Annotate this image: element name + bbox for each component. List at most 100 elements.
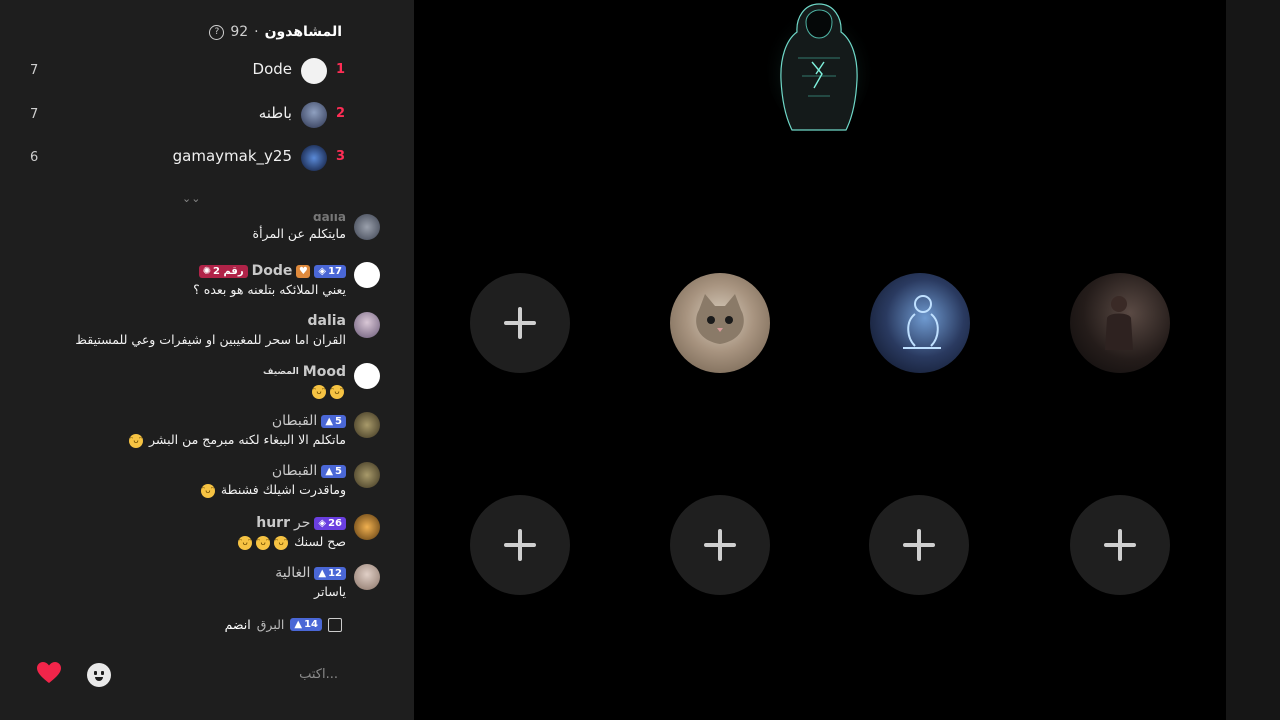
crying-emoji-icon: ᵔᴗᵔ <box>238 535 253 550</box>
level-badge: ◈ 17 <box>314 264 346 278</box>
message-text: مايتكلم عن المرأة <box>252 226 346 241</box>
diamond-icon: ◈ <box>318 265 327 277</box>
blue-figure-icon <box>903 295 941 349</box>
message-text: صح لسنك ᵔᴗᵔᵔᴗᵔᵔᴗᵔ <box>238 534 346 550</box>
join-text: انضم <box>224 617 251 632</box>
host-tag: المضيف <box>263 367 299 377</box>
join-notice: ▲ 14 البرق انضم <box>225 617 342 632</box>
triangle-icon: ▲ <box>294 619 303 630</box>
plus-icon <box>504 529 536 561</box>
kitten-icon <box>696 294 744 344</box>
triangle-icon: ▲ <box>318 567 327 579</box>
viewers-count: 92 <box>230 24 249 40</box>
viewers-header[interactable]: المشاهدون · 92 ? <box>209 24 342 40</box>
chat-message: ◈ 17 ♥ Dode ✺ رقم 2 يعني الملائكه بتلعنه ه… <box>40 262 380 297</box>
chat-message: ◈ 26 حر hurr صح لسنك ᵔᴗᵔᵔᴗᵔᵔᴗᵔ <box>40 514 380 550</box>
avatar[interactable] <box>354 564 380 590</box>
enter-icon <box>328 617 342 632</box>
grin-emoji-icon: ᵔᴗᵔ <box>200 483 215 498</box>
plus-icon <box>504 307 536 339</box>
empty-seat[interactable] <box>470 273 570 373</box>
message-text: ᵔᴗᵔᵔᴗᵔ <box>40 383 346 399</box>
message-username: Mood <box>302 364 346 380</box>
empty-seat[interactable] <box>1070 495 1170 595</box>
emoji-icon[interactable] <box>87 663 111 687</box>
avatar[interactable] <box>354 462 380 488</box>
top-gifter-row[interactable]: 6 gamaymak_y25 3 <box>0 143 414 175</box>
avatar[interactable] <box>354 262 380 288</box>
occupied-seat-avatar[interactable] <box>670 273 770 373</box>
heart-icon[interactable] <box>36 661 62 685</box>
gifter-score: 6 <box>30 150 39 165</box>
gifter-score: 7 <box>30 63 39 78</box>
empty-seat[interactable] <box>470 495 570 595</box>
triangle-icon: ▲ <box>325 415 334 427</box>
viewers-title: المشاهدون <box>264 24 342 40</box>
plus-icon <box>1104 529 1136 561</box>
chat-message: Mood المضيف ᵔᴗᵔᵔᴗᵔ <box>40 363 380 399</box>
crying-emoji-icon: ᵔᴗᵔ <box>256 535 271 550</box>
level-badge: ▲ 14 <box>290 618 322 631</box>
gifter-rank: 3 <box>336 149 346 164</box>
chevron-down-icon[interactable]: ⌄⌄ <box>182 192 200 205</box>
empty-seat[interactable] <box>869 495 969 595</box>
message-text: يعني الملائكه بتلعنه هو بعده ؟ <box>193 282 346 297</box>
gifter-name: Dode <box>252 60 292 78</box>
crying-emoji-icon: ᵔᴗᵔ <box>274 535 289 550</box>
person-photo-icon <box>1105 296 1133 350</box>
chat-message: ▲ 5 القبطان وماقدرت اشيلك فشنطة ᵔᴗᵔ <box>40 462 380 498</box>
message-text: وماقدرت اشيلك فشنطة ᵔᴗᵔ <box>200 482 346 498</box>
empty-seat[interactable] <box>670 495 770 595</box>
avatar[interactable] <box>354 514 380 540</box>
avatar[interactable] <box>354 312 380 338</box>
chat-message: ▲ 12 الغالية ياساتر <box>40 564 380 599</box>
chat-message: dalia مايتكلم عن المرأة <box>40 214 380 241</box>
side-strip <box>1226 0 1280 720</box>
chat-panel: المشاهدون · 92 ? 7 Dode 1 7 باطنه 2 6 ga… <box>0 0 414 720</box>
composer: اكتب... <box>0 655 414 695</box>
gifter-name: باطنه <box>258 104 292 122</box>
question-circle-icon[interactable]: ? <box>209 24 225 40</box>
message-username: Dode <box>251 263 293 279</box>
message-username: dalia <box>312 214 346 224</box>
top-gifter-row[interactable]: 7 باطنه 2 <box>0 100 414 132</box>
chat-message: dalia القران اما سحر للمغيبين او شيفرات … <box>40 312 380 347</box>
top-gifter-row[interactable]: 7 Dode 1 <box>0 56 414 88</box>
message-username: hurr <box>256 515 290 531</box>
gifter-score: 7 <box>30 107 39 122</box>
voice-stage <box>414 0 1226 720</box>
avatar[interactable] <box>301 145 327 171</box>
avatar[interactable] <box>354 412 380 438</box>
rank-badge: ✺ رقم 2 <box>198 264 248 278</box>
host-hooded-avatar[interactable] <box>764 0 874 135</box>
occupied-seat-avatar[interactable] <box>1070 273 1170 373</box>
gifter-rank: 2 <box>336 106 346 121</box>
diamond-icon: ◈ <box>318 517 327 529</box>
avatar[interactable] <box>354 363 380 389</box>
level-badge: ▲ 5 <box>321 464 346 478</box>
level-badge: ▲ 5 <box>321 414 346 428</box>
flame-icon: ✺ <box>202 265 211 277</box>
chat-message: ▲ 5 القبطان ماتكلم الا الببغاء لكنه مبرمج… <box>40 412 380 448</box>
message-username-prefix: حر <box>293 515 311 531</box>
message-input[interactable]: اكتب... <box>299 667 338 682</box>
message-text: القران اما سحر للمغيبين او شيفرات وعي لل… <box>75 332 346 347</box>
rofl-emoji-icon: ᵔᴗᵔ <box>312 384 326 399</box>
grin-emoji-icon: ᵔᴗᵔ <box>129 433 144 448</box>
message-username: dalia <box>307 313 346 329</box>
message-username: القبطان <box>271 413 318 429</box>
viewers-separator: · <box>254 24 259 40</box>
heart-badge-icon: ♥ <box>296 264 311 278</box>
occupied-seat-avatar[interactable] <box>870 273 970 373</box>
level-badge: ▲ 12 <box>314 566 346 580</box>
avatar[interactable] <box>301 58 327 84</box>
avatar[interactable] <box>301 102 327 128</box>
join-username: البرق <box>256 617 285 632</box>
level-badge: ◈ 26 <box>314 516 346 530</box>
message-text: ياساتر <box>314 584 346 599</box>
avatar[interactable] <box>354 214 380 240</box>
triangle-icon: ▲ <box>325 465 334 477</box>
plus-icon <box>903 529 935 561</box>
laughing-emoji-icon: ᵔᴗᵔ <box>330 384 344 399</box>
message-text: ماتكلم الا الببغاء لكنه مبرمج من البشر ᵔ… <box>129 432 346 448</box>
